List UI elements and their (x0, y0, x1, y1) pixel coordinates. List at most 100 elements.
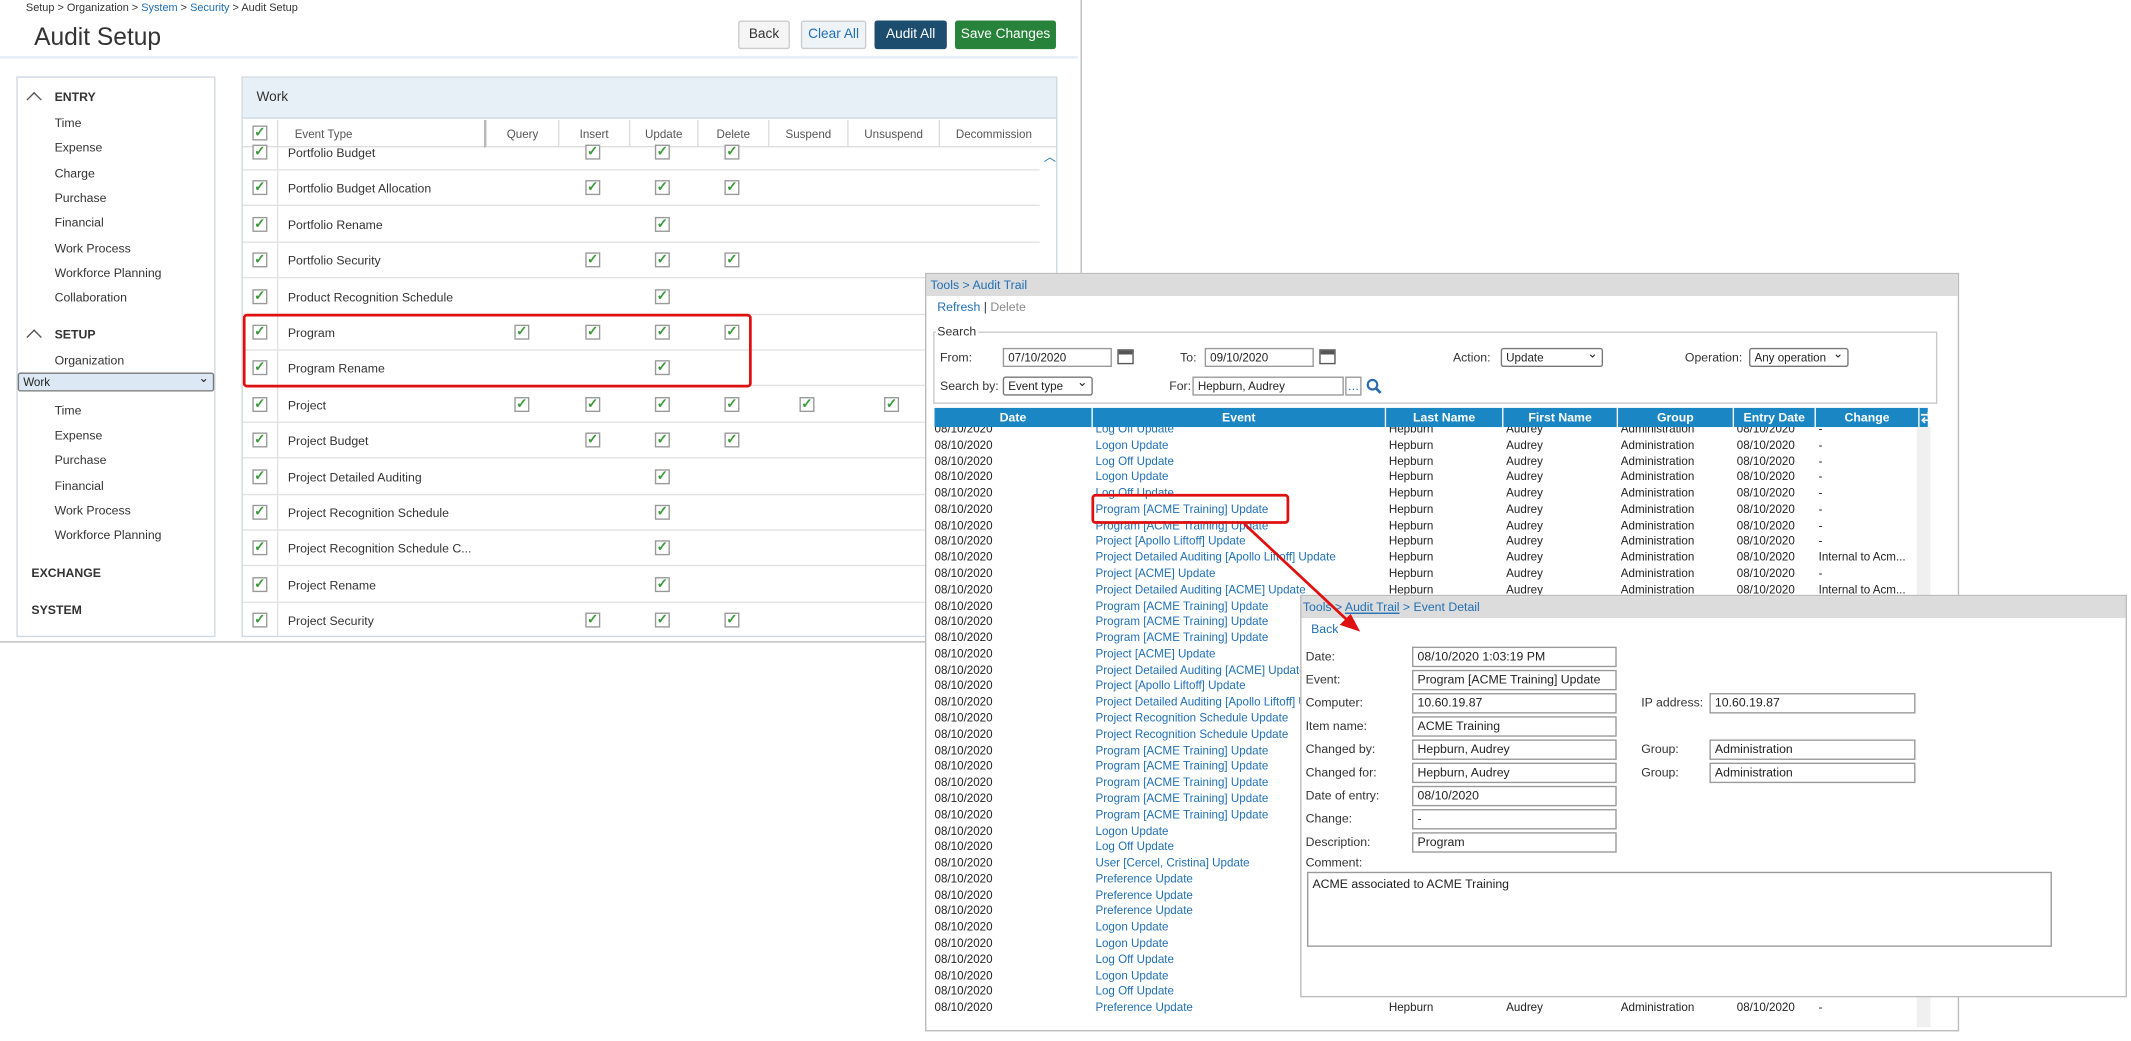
row-select-checkbox[interactable]: ✓ (252, 504, 268, 520)
row-select-checkbox[interactable]: ✓ (252, 144, 268, 160)
event-link[interactable]: Preference Update (1096, 1000, 1387, 1016)
audit-checkbox-delete[interactable]: ✓ (724, 612, 740, 628)
back-button[interactable]: Back (738, 20, 790, 50)
row-select-checkbox[interactable]: ✓ (252, 180, 268, 196)
sidebar-item-expense[interactable]: Expense (18, 423, 214, 448)
sidebar-item-organization[interactable]: Organization (18, 348, 214, 373)
breadcrumb-organization[interactable]: Organization (67, 1, 129, 13)
refresh-link[interactable]: Refresh (937, 300, 980, 314)
audit-checkbox-insert[interactable]: ✓ (585, 396, 601, 412)
scroll-up-icon[interactable]: ︿ (1044, 147, 1056, 165)
chevron-up-icon[interactable] (26, 329, 42, 345)
audit-checkbox-update[interactable]: ✓ (654, 180, 670, 196)
audit-trail-link[interactable]: Audit Trail (1345, 600, 1400, 614)
audit-checkbox-update[interactable]: ✓ (654, 396, 670, 412)
event-link[interactable]: Project [ACME] Update (1096, 566, 1387, 582)
sidebar-item-workforce-planning[interactable]: Workforce Planning (18, 523, 214, 548)
sidebar-item-financial[interactable]: Financial (18, 473, 214, 498)
audit-checkbox-unsuspend[interactable]: ✓ (884, 396, 900, 412)
sidebar-item-work-process[interactable]: Work Process (18, 235, 214, 260)
event-link[interactable]: Logon Update (1096, 470, 1387, 486)
sidebar-section-exchange[interactable]: EXCHANGE (31, 566, 101, 580)
breadcrumb-security[interactable]: Security (190, 1, 229, 13)
audit-checkbox-update[interactable]: ✓ (654, 540, 670, 556)
row-select-checkbox[interactable]: ✓ (252, 576, 268, 592)
search-icon[interactable] (1366, 378, 1382, 394)
sidebar-item-financial[interactable]: Financial (18, 210, 214, 235)
sidebar-section-entry[interactable]: ENTRY (55, 90, 96, 104)
audit-checkbox-insert[interactable]: ✓ (585, 180, 601, 196)
trail-row[interactable]: 08/10/2020 Project [Apollo Liftoff] Updat… (935, 534, 1928, 550)
audit-checkbox-update[interactable]: ✓ (654, 288, 670, 304)
audit-checkbox-delete[interactable]: ✓ (724, 180, 740, 196)
trail-column-change[interactable]: Change (1816, 407, 1920, 428)
audit-checkbox-update[interactable]: ✓ (654, 216, 670, 232)
save-changes-button[interactable]: Save Changes (955, 20, 1056, 50)
trail-row[interactable]: 08/10/2020 Logon Update Hepburn Audrey Admin… (935, 470, 1928, 486)
row-select-checkbox[interactable]: ✓ (252, 540, 268, 556)
action-select[interactable]: Update (1500, 345, 1604, 367)
chevron-up-icon[interactable] (26, 91, 42, 108)
event-link[interactable]: Log Off Update (1096, 454, 1387, 470)
row-select-checkbox[interactable]: ✓ (252, 216, 268, 232)
trail-row[interactable]: 08/10/2020 Program [ACME Training] Update… (935, 518, 1928, 534)
trail-column-group[interactable]: Group (1618, 407, 1735, 428)
event-link[interactable]: Project [Apollo Liftoff] Update (1096, 534, 1387, 550)
event-link[interactable]: Log Off Update (1096, 427, 1387, 438)
trail-row[interactable]: 08/10/2020Log Off UpdateHepburnAudreyAdm… (935, 486, 1928, 502)
audit-checkbox-delete[interactable]: ✓ (724, 396, 740, 412)
column-chooser-icon[interactable] (1920, 409, 1934, 425)
tools-link[interactable]: Tools (930, 278, 959, 292)
trail-column-last-name[interactable]: Last Name (1386, 407, 1504, 428)
to-date-input[interactable]: 09/10/2020 (1204, 347, 1314, 367)
audit-checkbox-insert[interactable]: ✓ (585, 252, 601, 268)
sidebar-item-charge[interactable]: Charge (18, 160, 214, 185)
trail-column-entry-date[interactable]: Entry Date (1734, 407, 1816, 428)
trail-row[interactable]: 08/10/2020 Project [ACME] Update Hepburn Au… (935, 566, 1928, 582)
delete-link[interactable]: Delete (990, 300, 1025, 314)
audit-checkbox-update[interactable]: ✓ (654, 468, 670, 484)
event-link[interactable]: Logon Update (1096, 438, 1387, 454)
lookup-button[interactable]: … (1345, 376, 1362, 396)
sidebar-item-workforce-planning[interactable]: Workforce Planning (18, 260, 214, 285)
sidebar-section-system[interactable]: SYSTEM (31, 603, 82, 617)
row-select-checkbox[interactable]: ✓ (252, 396, 268, 412)
audit-checkbox-insert[interactable]: ✓ (585, 144, 601, 160)
trail-column-date[interactable]: Date (935, 407, 1093, 428)
trail-column-event[interactable]: Event (1093, 407, 1387, 428)
tools-link[interactable]: Tools (1303, 600, 1332, 614)
clear-all-button[interactable]: Clear All (800, 20, 867, 50)
operation-select[interactable]: Any operation (1749, 345, 1849, 367)
sidebar-item-work[interactable]: Work (17, 370, 215, 392)
event-back-link[interactable]: Back (1311, 622, 1338, 636)
audit-checkbox-update[interactable]: ✓ (654, 576, 670, 592)
row-select-checkbox[interactable]: ✓ (252, 468, 268, 484)
audit-checkbox-insert[interactable]: ✓ (585, 432, 601, 448)
trail-column-first-name[interactable]: First Name (1503, 407, 1619, 428)
from-date-input[interactable]: 07/10/2020 (1002, 347, 1112, 367)
audit-checkbox-query[interactable]: ✓ (514, 396, 530, 412)
sidebar-item-time[interactable]: Time (18, 398, 214, 423)
event-link[interactable]: Project Detailed Auditing [Apollo Liftof… (1096, 550, 1387, 566)
trail-row[interactable]: 08/10/2020 Preference Update Hepburn Audrey… (935, 1000, 1928, 1016)
search-by-select[interactable]: Event type (1002, 374, 1093, 396)
row-select-checkbox[interactable]: ✓ (252, 288, 268, 304)
audit-checkbox-update[interactable]: ✓ (654, 612, 670, 628)
sidebar-item-expense[interactable]: Expense (18, 135, 214, 160)
audit-checkbox-update[interactable]: ✓ (654, 504, 670, 520)
sidebar-item-collaboration[interactable]: Collaboration (18, 285, 214, 310)
trail-row[interactable]: 08/10/2020 Program [ACME Training] Update… (935, 502, 1928, 518)
calendar-icon[interactable] (1319, 349, 1336, 365)
trail-row[interactable]: 08/10/2020 Logon Update Hepburn Audrey Admin… (935, 438, 1928, 454)
audit-checkbox-update[interactable]: ✓ (654, 144, 670, 160)
trail-row[interactable]: 08/10/2020Log Off UpdateHepburnAudreyAdm… (935, 454, 1928, 470)
audit-checkbox-update[interactable]: ✓ (654, 432, 670, 448)
audit-all-button[interactable]: Audit All (874, 20, 947, 50)
trail-row[interactable]: 08/10/2020 Project Detailed Auditing [Apo… (935, 550, 1928, 566)
sidebar-item-time[interactable]: Time (18, 111, 214, 136)
audit-checkbox-delete[interactable]: ✓ (724, 144, 740, 160)
sidebar-item-work-process[interactable]: Work Process (18, 498, 214, 523)
breadcrumb-system[interactable]: System (141, 1, 177, 13)
sidebar-section-setup[interactable]: SETUP (55, 327, 96, 341)
audit-checkbox-update[interactable]: ✓ (654, 252, 670, 268)
